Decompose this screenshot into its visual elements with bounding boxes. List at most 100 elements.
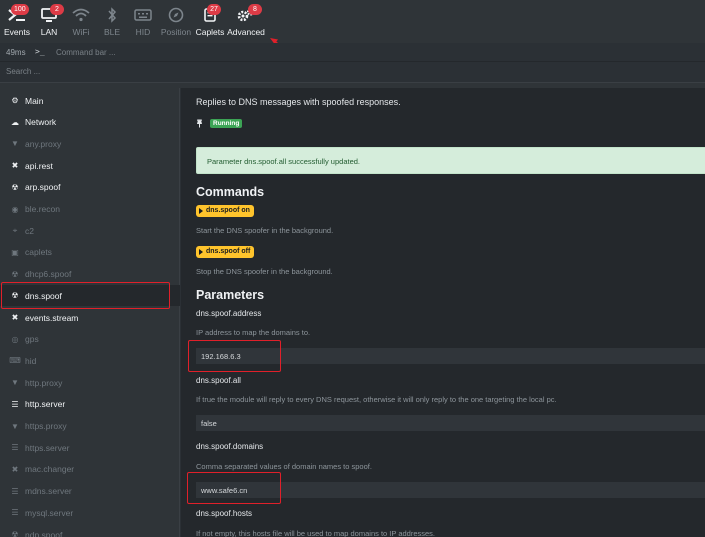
sidebar-item-ndp-spoof[interactable]: ☢ ndp.spoof — [0, 524, 180, 537]
globe-icon: ◎ — [11, 334, 19, 344]
satellite-icon: ⌖ — [12, 225, 18, 235]
gears-icon — [223, 6, 269, 24]
sidebar-item-label: ndp.spoof — [25, 529, 63, 537]
parameters-heading: Parameters — [196, 288, 265, 302]
sidebar-item-main[interactable]: ⚙ Main — [0, 90, 180, 111]
sidebar-item-http-proxy[interactable]: ▼ http.proxy — [0, 372, 180, 393]
sidebar-item-label: http.server — [25, 399, 66, 410]
sidebar-item-events-stream[interactable]: ✖ events.stream — [0, 307, 180, 328]
radiation-icon: ☢ — [11, 291, 19, 301]
sidebar-item-label: dhcp6.spoof — [25, 269, 72, 280]
sidebar-item-any-proxy[interactable]: ▼ any.proxy — [0, 133, 180, 154]
sidebar-item-http-server[interactable]: ☰ http.server — [0, 394, 180, 415]
sidebar-item-network[interactable]: ☁ Network — [0, 112, 180, 133]
param-all-desc: If true the module will reply to every D… — [196, 395, 557, 404]
server-icon: ☰ — [11, 486, 19, 496]
sidebar-item-label: Network — [25, 117, 57, 128]
sidebar-item-arp-spoof[interactable]: ☢ arp.spoof — [0, 177, 180, 198]
server-icon: ☰ — [11, 443, 19, 453]
param-all-input[interactable]: false — [196, 415, 705, 431]
sidebar-item-label: mac.changer — [25, 464, 75, 475]
sidebar-item-label: https.server — [25, 442, 70, 453]
sidebar-item-https-server[interactable]: ☰ https.server — [0, 437, 180, 458]
sidebar-item-label: c2 — [25, 225, 34, 236]
play-icon — [199, 208, 203, 214]
sidebar-item-label: any.proxy — [25, 138, 62, 149]
sidebar-item-https-proxy[interactable]: ▼ https.proxy — [0, 416, 180, 437]
radiation-icon: ☢ — [11, 182, 19, 192]
module-detail: Replies to DNS messages with spoofed res… — [181, 88, 705, 537]
sidebar-item-label: mysql.server — [25, 507, 74, 518]
dns-spoof-off-desc: Stop the DNS spoofer in the background. — [196, 267, 333, 276]
sidebar-item-label: mdns.server — [25, 486, 72, 497]
sidebar-item-label: caplets — [25, 247, 52, 258]
sidebar-item-mdns-server[interactable]: ☰ mdns.server — [0, 481, 180, 502]
sidebar-item-c2[interactable]: ⌖ c2 — [0, 220, 180, 241]
sidebar-item-label: events.stream — [25, 312, 79, 323]
play-icon — [199, 249, 203, 255]
param-all-name: dns.spoof.all — [196, 376, 241, 385]
module-sidebar: ⚙ Main ☁ Network ▼ any.proxy ✖ api.rest ☢ arp.spo… — [0, 88, 180, 537]
command-input[interactable]: Command bar ... — [56, 48, 116, 57]
sidebar-item-hid[interactable]: ⌨ hid — [0, 350, 180, 371]
sidebar-item-label: api.rest — [25, 160, 53, 171]
server-icon: ☰ — [11, 399, 19, 409]
filter-icon: ▼ — [11, 378, 19, 388]
cloud-icon: ☁ — [11, 117, 19, 127]
sidebar-item-label: dns.spoof — [25, 290, 62, 301]
dns-spoof-off-label: dns.spoof off — [206, 248, 251, 255]
search-bar: Search ... — [0, 62, 705, 82]
param-hosts-desc: If not empty, this hosts file will be us… — [196, 529, 436, 537]
prompt-icon: >_ — [35, 47, 45, 56]
sidebar-item-api-rest[interactable]: ✖ api.rest — [0, 155, 180, 176]
tools-icon: ✖ — [11, 313, 19, 322]
tools-icon: ✖ — [11, 161, 19, 171]
status-badge: Running — [210, 119, 243, 128]
gear-icon: ⚙ — [11, 96, 19, 105]
eye-icon: ◉ — [11, 204, 19, 214]
sidebar-item-dhcp6-spoof[interactable]: ☢ dhcp6.spoof — [0, 264, 180, 285]
radiation-icon: ☢ — [11, 530, 19, 537]
sidebar-item-label: ble.recon — [25, 204, 60, 214]
sidebar-item-label: https.proxy — [25, 421, 67, 431]
dns-spoof-on-label: dns.spoof on — [206, 207, 250, 214]
param-domains-input[interactable]: www.safe6.cn — [196, 482, 705, 498]
tools-icon: ✖ — [11, 464, 19, 474]
param-hosts-name: dns.spoof.hosts — [196, 509, 253, 518]
sidebar-item-mysql-server[interactable]: ☰ mysql.server — [0, 502, 180, 523]
search-input[interactable]: Search ... — [6, 67, 40, 76]
command-bar: 49ms >_ Command bar ... — [0, 43, 705, 62]
scroll-icon: ▣ — [11, 247, 19, 257]
sidebar-item-dns-spoof[interactable]: ☢ dns.spoof — [0, 285, 180, 307]
dns-spoof-off-button[interactable]: dns.spoof off — [196, 246, 255, 258]
sidebar-item-mac-changer[interactable]: ✖ mac.changer — [0, 459, 180, 480]
pin-icon — [197, 119, 202, 128]
caplets-badge: 27 — [207, 4, 221, 15]
param-address-input[interactable]: 192.168.6.3 — [196, 348, 705, 364]
param-domains-name: dns.spoof.domains — [196, 442, 264, 451]
sidebar-item-ble-recon[interactable]: ◉ ble.recon — [0, 199, 180, 220]
filter-icon: ▼ — [11, 421, 19, 431]
top-navbar: 100 Events 2 LAN WiFi BLE HID Position 2… — [0, 0, 705, 55]
module-description: Replies to DNS messages with spoofed res… — [196, 97, 401, 107]
sidebar-item-caplets[interactable]: ▣ caplets — [0, 242, 180, 263]
sidebar-item-label: gps — [25, 334, 39, 345]
sidebar-item-label: arp.spoof — [25, 182, 61, 193]
radiation-icon: ☢ — [11, 269, 19, 279]
dns-spoof-on-button[interactable]: dns.spoof on — [196, 205, 254, 217]
dns-spoof-on-desc: Start the DNS spoofer in the background. — [196, 226, 334, 235]
sidebar-item-label: Main — [25, 95, 44, 106]
nav-advanced[interactable]: 8 Advanced — [223, 4, 269, 41]
param-domains-desc: Comma separated values of domain names t… — [196, 462, 372, 471]
param-address-name: dns.spoof.address — [196, 309, 262, 318]
success-alert: Parameter dns.spoof.all successfully upd… — [196, 147, 705, 174]
keyboard-icon: ⌨ — [9, 356, 21, 366]
latency-indicator: 49ms — [6, 48, 26, 57]
sidebar-item-label: http.proxy — [25, 377, 63, 388]
sidebar-item-gps[interactable]: ◎ gps — [0, 329, 180, 350]
filter-icon: ▼ — [11, 139, 19, 149]
advanced-badge: 8 — [248, 4, 262, 15]
sidebar-item-label: hid — [25, 355, 37, 366]
server-icon: ☰ — [11, 508, 19, 518]
commands-heading: Commands — [196, 185, 265, 199]
